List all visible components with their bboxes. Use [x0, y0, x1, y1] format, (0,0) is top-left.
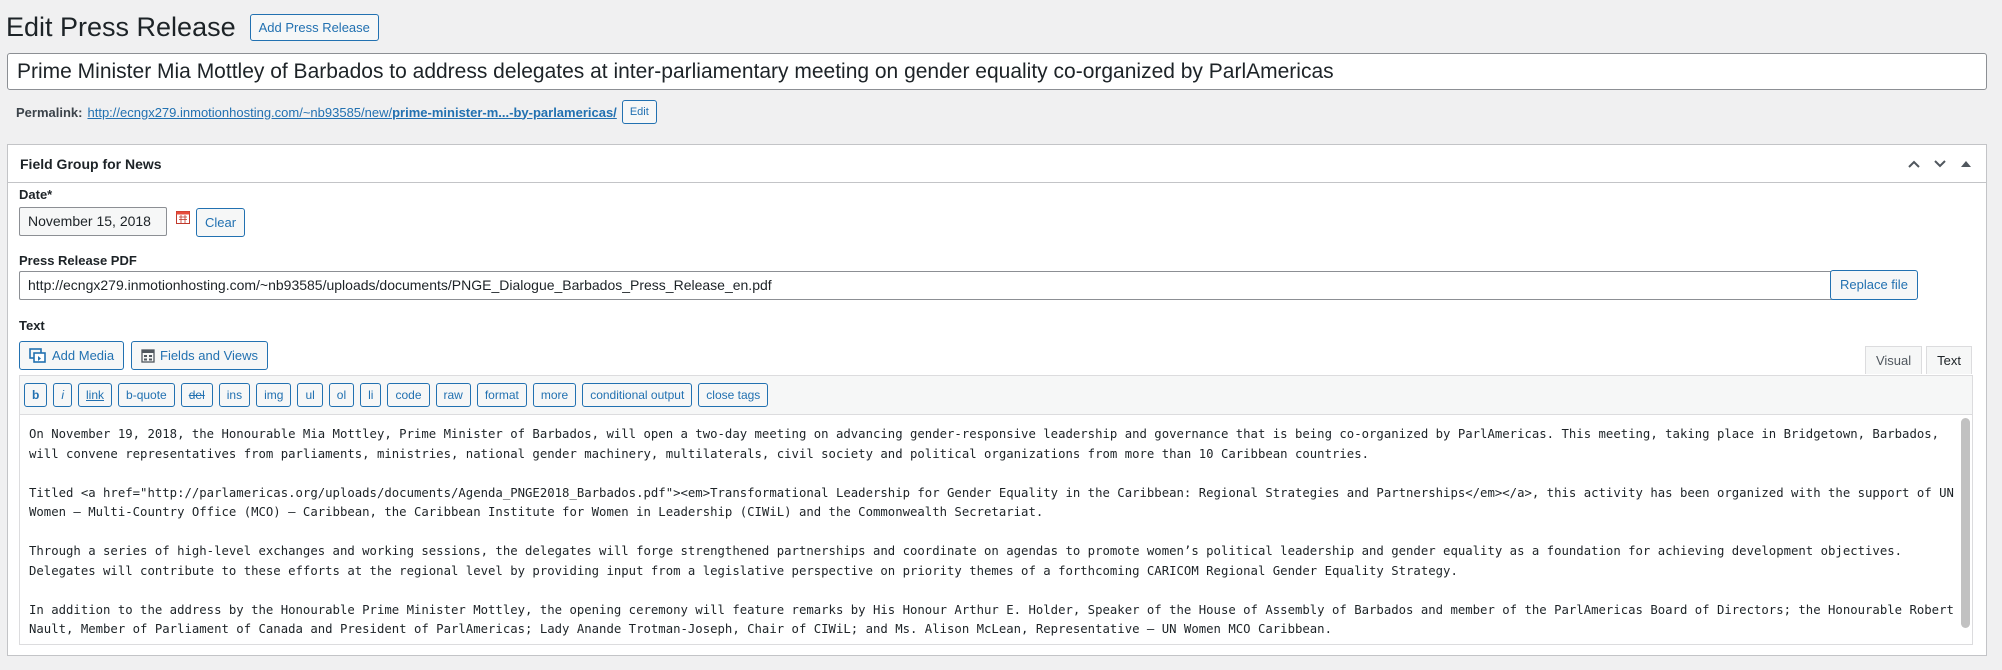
add-press-release-button[interactable]: Add Press Release	[249, 14, 379, 42]
qt-li-button[interactable]: li	[360, 383, 382, 407]
tab-visual[interactable]: Visual	[1864, 346, 1923, 374]
page-header: Edit Press Release Add Press Release	[6, 10, 379, 45]
postbox-header: Field Group for News	[8, 145, 1986, 183]
fields-views-label: Fields and Views	[160, 348, 259, 363]
qt-del-button[interactable]: del	[180, 383, 213, 407]
content-textarea[interactable]: On November 19, 2018, the Honourable Mia…	[20, 415, 1972, 637]
paragraph: Through a series of high-level exchanges…	[29, 544, 1910, 578]
media-icon	[29, 347, 46, 363]
tab-text[interactable]: Text	[1926, 346, 1972, 374]
move-down-icon[interactable]	[1932, 156, 1948, 172]
qt-bold-button[interactable]: b	[24, 383, 48, 407]
permalink-row: Permalink: http://ecngx279.inmotionhosti…	[16, 100, 657, 124]
add-media-label: Add Media	[52, 348, 115, 363]
permalink-edit-button[interactable]: Edit	[621, 100, 657, 124]
qt-blockquote-button[interactable]: b-quote	[118, 383, 175, 407]
date-input[interactable]: November 15, 2018	[19, 207, 167, 236]
qt-code-button[interactable]: code	[387, 383, 430, 407]
postbox-title: Field Group for News	[20, 155, 162, 172]
qt-close-tags-button[interactable]: close tags	[698, 383, 769, 407]
editor-scrollbar[interactable]	[1961, 418, 1970, 628]
qt-link-button[interactable]: link	[78, 383, 113, 407]
fields-and-views-button[interactable]: Fields and Views	[131, 341, 269, 370]
qt-img-button[interactable]: img	[256, 383, 292, 407]
postbox-handle-actions	[1906, 156, 1974, 172]
qt-ol-button[interactable]: ol	[328, 383, 355, 407]
permalink-label: Permalink:	[16, 104, 83, 120]
move-up-icon[interactable]	[1906, 156, 1922, 172]
permalink-link[interactable]: http://ecngx279.inmotionhosting.com/~nb9…	[87, 105, 616, 120]
qt-ul-button[interactable]: ul	[297, 383, 323, 407]
pdf-label: Press Release PDF	[19, 253, 137, 268]
collapse-toggle-icon[interactable]	[1958, 156, 1974, 172]
text-editor: b i link b-quote del ins img ul ol li co…	[19, 375, 1973, 645]
paragraph: On November 19, 2018, the Honourable Mia…	[29, 427, 1947, 461]
paragraph: Titled <a href="http://parlamericas.org/…	[29, 485, 1962, 520]
qt-more-button[interactable]: more	[532, 383, 577, 407]
field-group-postbox: Field Group for News Date* November 15, …	[7, 144, 1987, 656]
date-label: Date*	[19, 187, 53, 202]
qt-raw-button[interactable]: raw	[435, 383, 471, 407]
editor-tabs: Visual Text	[1861, 346, 1972, 374]
page-title: Edit Press Release	[6, 12, 236, 42]
quicktags-toolbar: b i link b-quote del ins img ul ol li co…	[20, 376, 1972, 415]
pdf-url-input[interactable]: http://ecngx279.inmotionhosting.com/~nb9…	[19, 271, 1834, 300]
calendar-icon[interactable]	[176, 210, 190, 224]
qt-italic-button[interactable]: i	[53, 383, 73, 407]
qt-ins-button[interactable]: ins	[218, 383, 251, 407]
clear-date-button[interactable]: Clear	[196, 208, 246, 237]
fields-views-icon	[141, 349, 155, 363]
text-label: Text	[19, 318, 45, 333]
post-title-input[interactable]: Prime Minister Mia Mottley of Barbados t…	[7, 53, 1987, 90]
add-media-button[interactable]: Add Media	[19, 341, 125, 370]
qt-format-button[interactable]: format	[476, 383, 527, 407]
paragraph: In addition to the address by the Honour…	[29, 602, 1962, 637]
replace-file-button[interactable]: Replace file	[1830, 270, 1918, 300]
qt-conditional-output-button[interactable]: conditional output	[582, 383, 693, 407]
